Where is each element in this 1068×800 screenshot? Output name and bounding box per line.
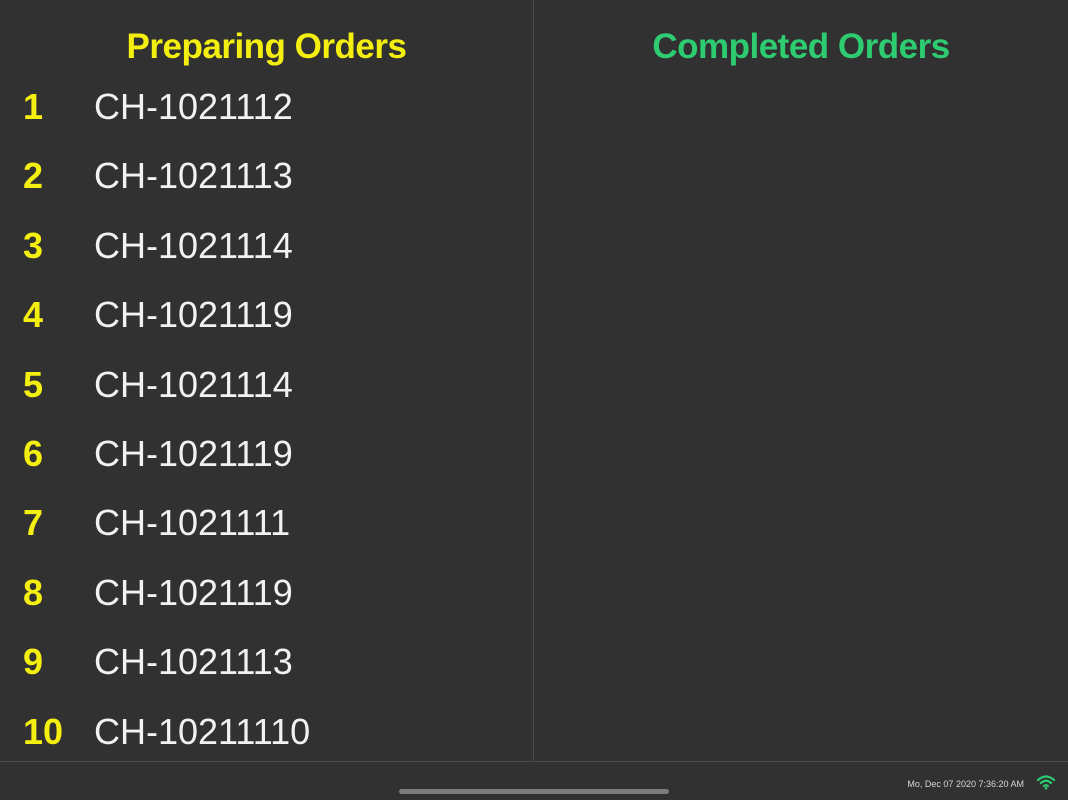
preparing-orders-list: 1 CH-1021112 2 CH-1021113 3 CH-1021114 4… [0, 71, 533, 765]
order-number: CH-1021114 [94, 224, 293, 266]
order-position: 7 [23, 502, 44, 544]
order-row: 9 CH-1021113 [0, 626, 533, 695]
preparing-orders-title: Preparing Orders [126, 27, 407, 66]
completed-orders-title: Completed Orders [652, 27, 950, 66]
order-number: CH-1021113 [94, 155, 293, 197]
completed-orders-column: Completed Orders [534, 0, 1068, 761]
order-number: CH-1021112 [94, 86, 293, 127]
order-position: 4 [23, 294, 44, 336]
order-row: 1 CH-1021112 [0, 71, 533, 140]
wifi-icon [1036, 775, 1056, 790]
order-position: 5 [23, 363, 44, 405]
order-number: CH-1021114 [94, 363, 293, 405]
order-position: 2 [23, 155, 44, 197]
order-number: CH-1021113 [94, 641, 293, 683]
order-position: 9 [23, 641, 44, 683]
preparing-orders-column: Preparing Orders 1 CH-1021112 2 CH-10211… [0, 0, 533, 761]
order-number: CH-1021119 [94, 294, 293, 336]
order-number: CH-1021119 [94, 432, 293, 474]
order-position: 6 [23, 432, 44, 474]
order-row: 10 CH-10211110 [0, 696, 533, 765]
order-position: 10 [23, 710, 64, 752]
order-number: CH-1021111 [94, 502, 291, 544]
order-status-board: Preparing Orders 1 CH-1021112 2 CH-10211… [0, 0, 1068, 800]
order-number: CH-1021119 [94, 571, 293, 613]
order-number: CH-10211110 [94, 710, 311, 752]
order-position: 3 [23, 224, 44, 266]
order-row: 4 CH-1021119 [0, 279, 533, 348]
order-row: 3 CH-1021114 [0, 210, 533, 279]
order-row: 8 CH-1021119 [0, 557, 533, 626]
home-indicator[interactable] [399, 789, 669, 794]
timestamp: Mo, Dec 07 2020 7:36:20 AM [907, 779, 1024, 789]
order-row: 6 CH-1021119 [0, 418, 533, 487]
order-row: 2 CH-1021113 [0, 140, 533, 209]
order-row: 5 CH-1021114 [0, 349, 533, 418]
order-position: 1 [23, 86, 44, 127]
order-row: 7 CH-1021111 [0, 487, 533, 556]
order-position: 8 [23, 571, 44, 613]
status-bar: Mo, Dec 07 2020 7:36:20 AM [0, 762, 1068, 800]
